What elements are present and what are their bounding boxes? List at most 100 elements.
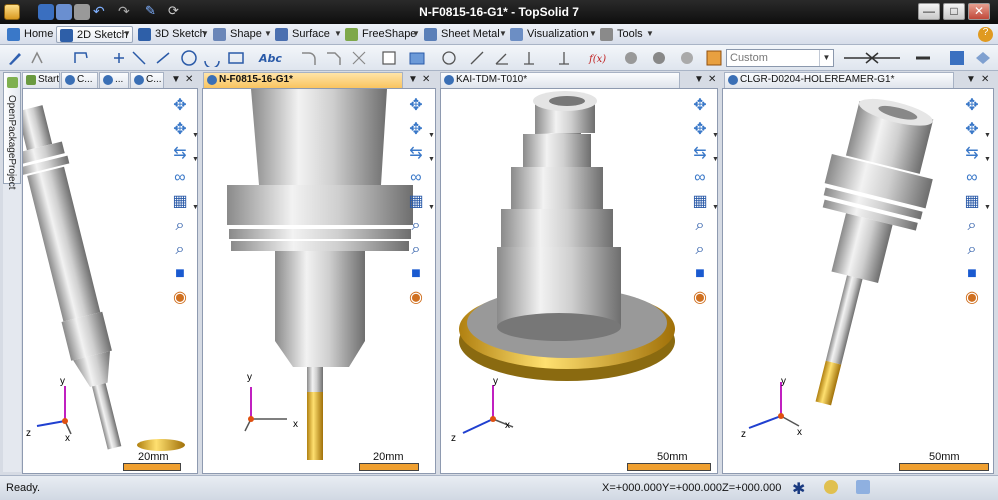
- tab-list-icon[interactable]: ▼: [966, 73, 976, 87]
- pan-icon[interactable]: ✥: [406, 96, 426, 116]
- color-palette-icon[interactable]: ◉: [690, 288, 710, 308]
- project-icon[interactable]: [408, 49, 426, 67]
- tab-list-icon[interactable]: ▼: [171, 73, 181, 87]
- color-palette-icon[interactable]: ◉: [406, 288, 426, 308]
- multi-view-icon[interactable]: ▦ ▼: [406, 192, 435, 212]
- style-combo[interactable]: Custom ▼: [726, 49, 834, 67]
- offset-icon[interactable]: [380, 49, 398, 67]
- tab-close-icon[interactable]: ✕: [981, 73, 989, 87]
- chevron-down-icon[interactable]: ▼: [428, 126, 435, 146]
- viewport-4[interactable]: y z x 50mm: [722, 88, 994, 474]
- rotate-icon[interactable]: ✥ ▼: [962, 120, 991, 140]
- chamfer-icon[interactable]: [325, 49, 343, 67]
- shaded-view-icon[interactable]: ■: [962, 264, 982, 284]
- zoom-window-icon[interactable]: ⌕: [406, 216, 426, 236]
- maximize-button[interactable]: □: [943, 3, 965, 20]
- trim-icon[interactable]: [350, 49, 368, 67]
- chevron-down-icon[interactable]: ▼: [428, 198, 435, 218]
- tab-list-icon[interactable]: ▼: [408, 73, 418, 87]
- chevron-down-icon[interactable]: ▼: [712, 126, 719, 146]
- viewport-3[interactable]: y z x 50mm: [440, 88, 718, 474]
- menu-visualization[interactable]: Visualization: [507, 26, 593, 43]
- line-icon[interactable]: [130, 49, 148, 67]
- chevron-down-icon[interactable]: ▼: [984, 198, 991, 218]
- constraint-icon[interactable]: [440, 49, 458, 67]
- spin-icon[interactable]: ∞: [170, 168, 190, 188]
- rectangle-icon[interactable]: [227, 49, 245, 67]
- fillet-icon[interactable]: [300, 49, 318, 67]
- tab-clgr[interactable]: CLGR-D0204-HOLEREAMER-G1*: [724, 72, 954, 88]
- tab-close-icon[interactable]: ✕: [708, 73, 716, 87]
- tool-a-icon[interactable]: [622, 49, 640, 67]
- render-icon[interactable]: [824, 480, 838, 494]
- tab-close-icon[interactable]: ✕: [422, 73, 430, 87]
- view-direction-icon[interactable]: ⇆ ▼: [170, 144, 199, 164]
- zoom-window-icon[interactable]: ⌕: [170, 216, 190, 236]
- chevron-down-icon[interactable]: ▼: [712, 198, 719, 218]
- menu-home[interactable]: Home: [4, 26, 57, 43]
- tab-doc-3[interactable]: C...: [130, 72, 164, 88]
- tab-kai-tdm[interactable]: KAI-TDM-T010*: [440, 72, 680, 88]
- rotate-icon[interactable]: ✥ ▼: [406, 120, 435, 140]
- layer-status-icon[interactable]: [856, 480, 870, 494]
- help-icon[interactable]: ?: [978, 27, 993, 42]
- color-picker-icon[interactable]: [948, 49, 966, 67]
- menu-2d-sketch-arrow[interactable]: ▼: [121, 28, 133, 40]
- tab-start[interactable]: Start ...: [22, 72, 60, 88]
- chevron-down-icon[interactable]: ▼: [984, 150, 991, 170]
- angle-dimension-icon[interactable]: [493, 49, 511, 67]
- spin-icon[interactable]: ∞: [406, 168, 426, 188]
- zoom-icon[interactable]: ⌕: [962, 240, 982, 260]
- function-icon[interactable]: f(x): [588, 49, 606, 67]
- sketch-options-icon[interactable]: [28, 49, 46, 67]
- color-palette-icon[interactable]: ◉: [170, 288, 190, 308]
- view-direction-icon[interactable]: ⇆ ▼: [406, 144, 435, 164]
- chevron-down-icon[interactable]: ▼: [192, 126, 199, 146]
- shaded-view-icon[interactable]: ■: [170, 264, 190, 284]
- dimension-icon[interactable]: [468, 49, 486, 67]
- layer-icon[interactable]: [974, 49, 992, 67]
- zoom-icon[interactable]: ⌕: [170, 240, 190, 260]
- pan-icon[interactable]: ✥: [690, 96, 710, 116]
- line-width-icon[interactable]: [914, 49, 932, 67]
- chevron-down-icon[interactable]: ▼: [192, 198, 199, 218]
- shaded-view-icon[interactable]: ■: [690, 264, 710, 284]
- point-icon[interactable]: [110, 49, 128, 67]
- perpendicular-icon[interactable]: [555, 49, 573, 67]
- circle-icon[interactable]: [180, 49, 198, 67]
- sketch-pencil-icon[interactable]: [6, 49, 24, 67]
- tab-list-icon[interactable]: ▼: [694, 73, 704, 87]
- pan-icon[interactable]: ✥: [170, 96, 190, 116]
- multi-view-icon[interactable]: ▦ ▼: [962, 192, 991, 212]
- spin-icon[interactable]: ∞: [690, 168, 710, 188]
- multi-view-icon[interactable]: ▦ ▼: [170, 192, 199, 212]
- snap-icon[interactable]: ✱: [792, 479, 805, 499]
- zoom-icon[interactable]: ⌕: [690, 240, 710, 260]
- arc-icon[interactable]: [203, 49, 221, 69]
- tab-close-icon[interactable]: ✕: [185, 73, 193, 87]
- spin-icon[interactable]: ∞: [962, 168, 982, 188]
- multi-view-icon[interactable]: ▦ ▼: [690, 192, 719, 212]
- menu-freeshape[interactable]: FreeShape: [342, 26, 420, 43]
- chevron-down-icon[interactable]: ▼: [192, 150, 199, 170]
- menu-tools[interactable]: Tools: [597, 26, 647, 43]
- menu-tools-arrow[interactable]: ▼: [644, 28, 656, 40]
- zoom-window-icon[interactable]: ⌕: [690, 216, 710, 236]
- distance-icon[interactable]: [520, 49, 538, 67]
- chevron-down-icon[interactable]: ▼: [428, 150, 435, 170]
- side-panel-tab[interactable]: OpenPackageProject: [3, 72, 21, 190]
- zoom-window-icon[interactable]: ⌕: [962, 216, 982, 236]
- close-button[interactable]: ✕: [968, 3, 990, 20]
- tool-b-icon[interactable]: [650, 49, 668, 67]
- tab-active-document[interactable]: N-F0815-16-G1*: [203, 72, 403, 88]
- rotate-icon[interactable]: ✥ ▼: [690, 120, 719, 140]
- tool-c-icon[interactable]: [678, 49, 696, 67]
- text-icon[interactable]: Abc: [258, 49, 284, 67]
- view-direction-icon[interactable]: ⇆ ▼: [962, 144, 991, 164]
- line-style-icon[interactable]: [842, 49, 902, 67]
- viewport-2[interactable]: y x 20mm: [202, 88, 436, 474]
- profile-icon[interactable]: [72, 49, 90, 67]
- view-direction-icon[interactable]: ⇆ ▼: [690, 144, 719, 164]
- tab-doc-1[interactable]: C...: [61, 72, 98, 88]
- pan-icon[interactable]: ✥: [962, 96, 982, 116]
